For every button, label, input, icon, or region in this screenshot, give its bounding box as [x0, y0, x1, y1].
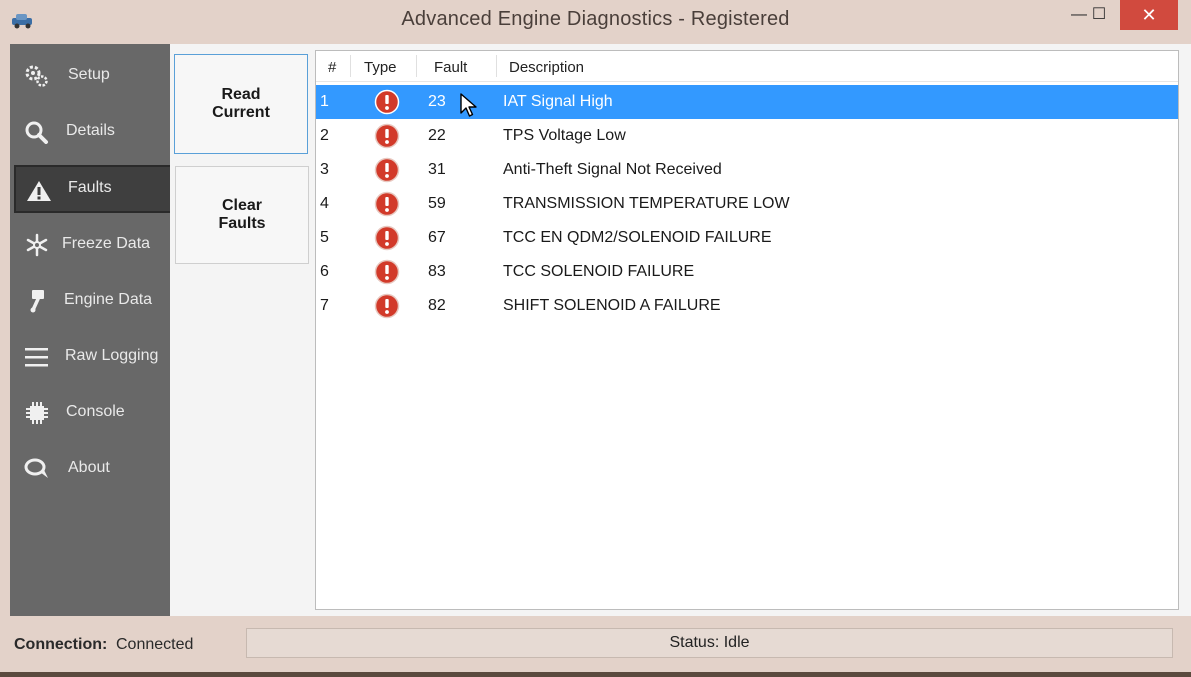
- sidebar-item-label: Setup: [68, 66, 110, 83]
- faults-list[interactable]: # Type Fault Description 1 23 IAT Signal…: [315, 50, 1179, 610]
- column-header-number[interactable]: #: [328, 59, 336, 76]
- list-header: # Type Fault Description: [316, 51, 1178, 82]
- table-row[interactable]: 1 23 IAT Signal High: [316, 85, 1178, 119]
- snowflake-icon: [26, 233, 48, 257]
- error-icon: [374, 293, 400, 319]
- sidebar-item-setup[interactable]: Setup: [10, 52, 170, 100]
- close-button[interactable]: ✕: [1120, 0, 1178, 30]
- table-row[interactable]: 5 67 TCC EN QDM2/SOLENOID FAILURE: [316, 221, 1178, 255]
- row-number: 1: [320, 93, 329, 110]
- row-number: 3: [320, 161, 329, 178]
- fault-code: 82: [428, 297, 446, 314]
- read-current-button[interactable]: Read Current: [174, 54, 308, 154]
- table-row[interactable]: 6 83 TCC SOLENOID FAILURE: [316, 255, 1178, 289]
- hamburger-icon: [25, 348, 48, 367]
- column-divider[interactable]: [496, 55, 497, 77]
- status-bar: Connection: Connected Status: Idle: [10, 618, 1181, 668]
- clear-faults-button[interactable]: Clear Faults: [175, 166, 309, 264]
- sidebar-item-label: About: [68, 459, 110, 476]
- sidebar-item-raw-logging[interactable]: Raw Logging: [10, 333, 170, 381]
- error-icon: [374, 89, 400, 115]
- sidebar: Setup Details Faults Freeze Data Engine …: [10, 44, 172, 616]
- row-number: 5: [320, 229, 329, 246]
- sidebar-item-label: Raw Logging: [65, 347, 159, 364]
- fault-code: 31: [428, 161, 446, 178]
- fault-description: SHIFT SOLENOID A FAILURE: [503, 297, 721, 314]
- sidebar-item-faults[interactable]: Faults: [14, 165, 172, 213]
- row-number: 4: [320, 195, 329, 212]
- fault-description: TPS Voltage Low: [503, 127, 626, 144]
- column-divider[interactable]: [350, 55, 351, 77]
- warning-icon: [27, 181, 51, 201]
- error-icon: [374, 259, 400, 285]
- main-panel: Read Current Clear Faults # Type Fault D…: [170, 44, 1191, 616]
- sidebar-item-console[interactable]: Console: [10, 389, 170, 437]
- error-icon: [374, 123, 400, 149]
- sidebar-item-label: Faults: [68, 179, 112, 196]
- sidebar-item-freeze-data[interactable]: Freeze Data: [10, 221, 170, 269]
- clear-button-line2: Faults: [218, 215, 266, 232]
- fault-code: 83: [428, 263, 446, 280]
- title-bar: Advanced Engine Diagnostics - Registered…: [0, 0, 1191, 42]
- column-header-description[interactable]: Description: [509, 59, 584, 76]
- error-icon: [374, 157, 400, 183]
- fault-code: 23: [428, 93, 446, 110]
- fault-description: TRANSMISSION TEMPERATURE LOW: [503, 195, 790, 212]
- sidebar-item-details[interactable]: Details: [10, 108, 170, 156]
- gears-icon: [25, 65, 48, 87]
- fault-description: TCC SOLENOID FAILURE: [503, 263, 695, 280]
- fault-code: 22: [428, 127, 446, 144]
- fault-code: 67: [428, 229, 446, 246]
- mouse-cursor-icon: [460, 93, 477, 117]
- sidebar-item-label: Engine Data: [64, 291, 153, 308]
- sidebar-item-about[interactable]: About: [10, 445, 170, 493]
- clear-button-line1: Clear: [221, 197, 263, 214]
- fault-description: IAT Signal High: [503, 93, 613, 110]
- column-header-fault[interactable]: Fault: [434, 59, 467, 76]
- error-icon: [374, 225, 400, 251]
- row-number: 6: [320, 263, 329, 280]
- read-button-line1: Read: [221, 86, 261, 103]
- app-window: Advanced Engine Diagnostics - Registered…: [0, 0, 1191, 672]
- table-row[interactable]: 2 22 TPS Voltage Low: [316, 119, 1178, 153]
- column-divider[interactable]: [416, 55, 417, 77]
- connection-label: Connection:: [14, 636, 108, 653]
- connection-value: Connected: [116, 636, 194, 653]
- table-row[interactable]: 4 59 TRANSMISSION TEMPERATURE LOW: [316, 187, 1178, 221]
- magnifier-icon: [25, 121, 48, 144]
- error-icon: [374, 191, 400, 217]
- fault-description: Anti-Theft Signal Not Received: [503, 161, 722, 178]
- sidebar-item-engine-data[interactable]: Engine Data: [10, 277, 170, 325]
- read-button-line2: Current: [212, 104, 270, 121]
- fault-code: 59: [428, 195, 446, 212]
- sidebar-item-label: Console: [66, 403, 125, 420]
- fault-description: TCC EN QDM2/SOLENOID FAILURE: [503, 229, 772, 246]
- sidebar-item-label: Freeze Data: [62, 235, 151, 252]
- row-number: 7: [320, 297, 329, 314]
- chip-icon: [26, 402, 48, 424]
- table-row[interactable]: 3 31 Anti-Theft Signal Not Received: [316, 153, 1178, 187]
- window-title: Advanced Engine Diagnostics - Registered: [401, 8, 790, 30]
- status-text: Status: Idle: [246, 628, 1173, 658]
- row-number: 2: [320, 127, 329, 144]
- piston-icon: [30, 290, 44, 313]
- chat-icon: [24, 458, 48, 478]
- sidebar-item-label: Details: [66, 122, 115, 139]
- table-row[interactable]: 7 82 SHIFT SOLENOID A FAILURE: [316, 289, 1178, 323]
- column-header-type[interactable]: Type: [364, 59, 397, 76]
- maximize-button[interactable]: ☐: [1082, 0, 1116, 30]
